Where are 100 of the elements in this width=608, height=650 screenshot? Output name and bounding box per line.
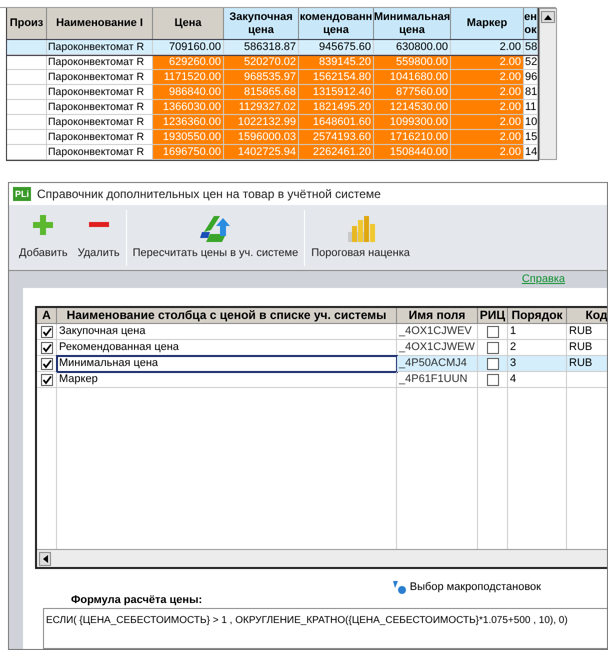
toolbar-button[interactable]: Удалить	[74, 210, 124, 266]
table-cell: 58	[525, 41, 537, 53]
table-cell: 2.00	[500, 101, 521, 113]
table-cell: 2.00	[500, 41, 521, 53]
table-cell: 709160.00	[169, 41, 221, 53]
table-cell: 10	[525, 116, 537, 128]
table-cell: Пароконвектомат R	[48, 101, 144, 113]
column-header[interactable]: Порядок	[508, 308, 567, 324]
table-cell: 2574193.60	[312, 131, 371, 143]
table-row[interactable]: Закупочная цена _4OX1CJWEV 1 RUB	[37, 324, 607, 340]
scrollbar[interactable]	[539, 8, 557, 160]
table-cell: 968535.97	[244, 71, 296, 83]
table-cell: 629260.00	[169, 56, 221, 68]
table-cell: 1214530.00	[390, 101, 448, 113]
checkbox[interactable]	[486, 326, 498, 338]
table-cell: 1648601.60	[312, 116, 371, 128]
toolbar-button[interactable]: Добавить	[15, 210, 72, 266]
checkbox[interactable]	[486, 358, 498, 370]
table-cell: 81	[525, 86, 537, 98]
scroll-left-icon[interactable]	[39, 552, 51, 566]
table-row[interactable]: Маркер _4P61F1UUN 4	[37, 372, 607, 388]
toolbar-button[interactable]: Пороговая наценка	[307, 210, 414, 266]
table-cell: 1402725.94	[238, 146, 296, 158]
table-cell: RUB	[569, 357, 592, 369]
table-cell: 1562154.80	[312, 71, 371, 83]
table-row[interactable]: Пароконвектомат R 1366030.00 1129327.02 1821495.20 1214530.00 2.00 11	[7, 100, 538, 115]
table-cell: 1041680.00	[390, 71, 448, 83]
scroll-up-icon[interactable]	[541, 11, 555, 23]
table-row[interactable]: Пароконвектомат R 1236360.00 1022132.99 1648601.60 1099300.00 2.00 10	[7, 115, 538, 130]
checkbox[interactable]	[40, 326, 52, 338]
table-cell: Пароконвектомат R	[48, 116, 144, 128]
horizontal-scrollbar[interactable]	[37, 549, 607, 567]
table-cell: 2262461.20	[312, 146, 371, 158]
table-cell: 4	[510, 373, 516, 385]
macro-button[interactable]: Выбор макроподстановок	[392, 579, 541, 596]
column-header[interactable]: А	[37, 308, 57, 324]
table-row[interactable]: Пароконвектомат R 1930550.00 1596000.03 2574193.60 1716210.00 2.00 15	[7, 130, 538, 145]
formula-field[interactable]: ЕСЛИ( {ЦЕНА_СЕБЕСТОИМОСТЬ} > 1 , ОКРУГЛЕНИЕ_КРАТНО({ЦЕНА_СЕБЕСТОИМОСТЬ}*1.075+500 , 10), 0)	[43, 608, 607, 649]
table-cell: 11	[525, 101, 536, 113]
table-cell: 2.00	[500, 71, 521, 83]
checkbox[interactable]	[40, 374, 52, 386]
column-header[interactable]: Наименование столбца с ценой в списке уч. системы	[57, 308, 397, 324]
column-header[interactable]: Имя поля	[397, 308, 478, 324]
table-row[interactable]: Пароконвектомат R 1171520.00 968535.97 1562154.80 1041680.00 2.00 96	[7, 70, 538, 85]
column-header[interactable]: РИЦ	[478, 308, 508, 324]
table-cell: _4P61F1UUN	[399, 373, 468, 385]
table-cell: 815865.68	[244, 86, 296, 98]
checkbox[interactable]	[40, 358, 52, 370]
table-cell: 2.00	[500, 56, 521, 68]
checkbox[interactable]	[40, 342, 52, 354]
table-cell: Пароконвектомат R	[48, 131, 144, 143]
table-row[interactable]: Пароконвектомат R 629260.00 520270.02 839145.20 559800.00 2.00 52	[7, 55, 538, 70]
table-cell: 1596000.03	[238, 131, 296, 143]
column-header[interactable]: Закупочная цена	[224, 8, 299, 40]
table-cell: 945675.60	[319, 41, 371, 53]
table-cell: 1099300.00	[390, 116, 448, 128]
table-row[interactable]: Пароконвектомат R 1696750.00 1402725.94 2262461.20 1508440.00 2.00 14	[7, 145, 538, 160]
table-cell: 1129327.02	[238, 101, 296, 113]
table-cell: 1	[510, 325, 516, 337]
table-cell: RUB	[569, 325, 592, 337]
table-cell: Закупочная цена	[59, 325, 146, 337]
table-cell: 2.00	[500, 86, 521, 98]
table-cell: Пароконвектомат R	[48, 71, 144, 83]
table-row[interactable]: Пароконвектомат R 709160.00 586318.87 945675.60 630800.00 2.00 58	[7, 40, 538, 55]
table-cell: _4P50ACMJ4	[399, 357, 467, 369]
table-cell: Пароконвектомат R	[48, 146, 144, 158]
table-cell: 1930550.00	[162, 131, 221, 143]
table-cell: 2.00	[500, 131, 521, 143]
column-header[interactable]: Цена	[153, 8, 224, 40]
column-header[interactable]: Наименование I	[47, 8, 153, 40]
column-header[interactable]: Произ	[7, 8, 47, 40]
app-logo: PLi	[13, 187, 32, 201]
checkbox[interactable]	[486, 342, 498, 354]
checkbox[interactable]	[486, 374, 498, 386]
table-cell: Минимальная цена	[59, 357, 158, 369]
table-cell: RUB	[569, 341, 592, 353]
table-cell: 2.00	[500, 116, 521, 128]
table-cell: Пароконвектомат R	[48, 56, 144, 68]
column-header[interactable]: ен ок	[524, 8, 538, 40]
table-row[interactable]: Минимальная цена _4P50ACMJ4 3 RUB	[37, 356, 607, 372]
table-cell: 1821495.20	[312, 101, 371, 113]
column-header[interactable]: Минимальная цена	[374, 8, 451, 40]
table-cell: Маркер	[59, 373, 98, 385]
toolbar-button[interactable]: Пересчитать цены в уч. системе	[128, 210, 302, 266]
table-cell: 586318.87	[244, 41, 296, 53]
column-header[interactable]: Маркер	[451, 8, 524, 40]
coins-chart-icon	[346, 214, 376, 244]
formula-text: ЕСЛИ( {ЦЕНА_СЕБЕСТОИМОСТЬ} > 1 , ОКРУГЛЕНИЕ_КРАТНО({ЦЕНА_СЕБЕСТОИМОСТЬ}*1.075+500 , 10), 0)	[46, 614, 568, 626]
table-cell: 96	[525, 71, 537, 83]
table-cell: 630800.00	[396, 41, 448, 53]
column-header[interactable]: Код	[567, 308, 607, 324]
table-cell: 839145.20	[319, 56, 371, 68]
table-cell: 986840.00	[169, 86, 221, 98]
column-header[interactable]: комендованн цена	[299, 8, 374, 40]
table-cell: 877560.00	[396, 86, 448, 98]
table-cell: _4OX1CJWEW	[399, 341, 475, 353]
table-cell: 2	[510, 341, 516, 353]
table-cell: 14	[525, 146, 537, 158]
formula-label: Формула расчёта цены:	[70, 594, 204, 606]
table-row[interactable]: Пароконвектомат R 986840.00 815865.68 1315912.40 877560.00 2.00 81	[7, 85, 538, 100]
